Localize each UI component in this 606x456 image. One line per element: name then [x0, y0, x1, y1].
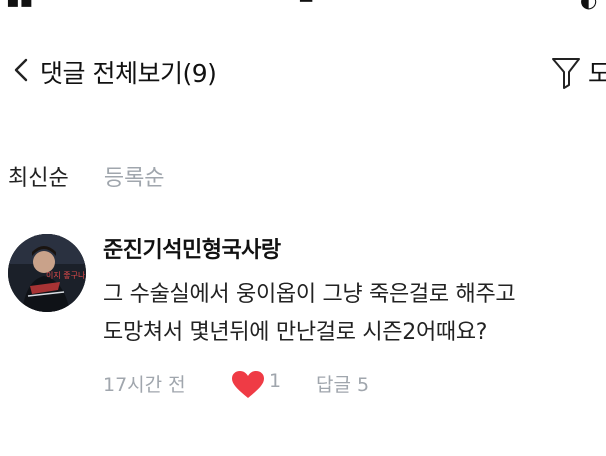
like-count: 1: [269, 370, 282, 392]
comment-text: 그 수술실에서 웅이옵이 그냥 죽은걸로 해주고 도망쳐서 몇년뒤에 만난걸로 …: [103, 276, 603, 352]
filter-icon: [552, 58, 580, 89]
comment-text-line2: 도망쳐서 몇년뒤에 만난걸로 시즌2어때요?: [103, 320, 488, 345]
carrier-icon: ▪▪: [6, 0, 34, 12]
avatar-caption: 이지 좋구나: [46, 271, 86, 280]
page-title: 댓글 전체보기(9): [40, 59, 217, 88]
status-time: ━: [300, 0, 313, 12]
sort-registered[interactable]: 등록순: [104, 166, 165, 191]
chevron-left-icon: [14, 58, 28, 82]
battery-icon: ◐: [580, 0, 598, 12]
sort-latest[interactable]: 최신순: [8, 166, 69, 191]
back-button[interactable]: [8, 54, 36, 86]
heart-icon: [232, 371, 264, 398]
avatar[interactable]: 이지 좋구나: [8, 234, 86, 312]
filter-label: 도: [588, 59, 606, 88]
comment-author[interactable]: 준진기석민형국사랑: [103, 232, 281, 264]
reply-button[interactable]: 답글 5: [316, 370, 369, 397]
status-bar: ▪▪ ━ ◐: [0, 0, 606, 12]
filter-button[interactable]: 도: [548, 52, 606, 89]
header: 댓글 전체보기(9) 도: [0, 44, 606, 100]
comment-time: 17시간 전: [103, 374, 186, 396]
sort-options: 최신순 등록순: [8, 160, 195, 194]
like-button[interactable]: 1: [231, 368, 311, 400]
comment-text-line1: 그 수술실에서 웅이옵이 그냥 죽은걸로 해주고: [103, 282, 516, 307]
